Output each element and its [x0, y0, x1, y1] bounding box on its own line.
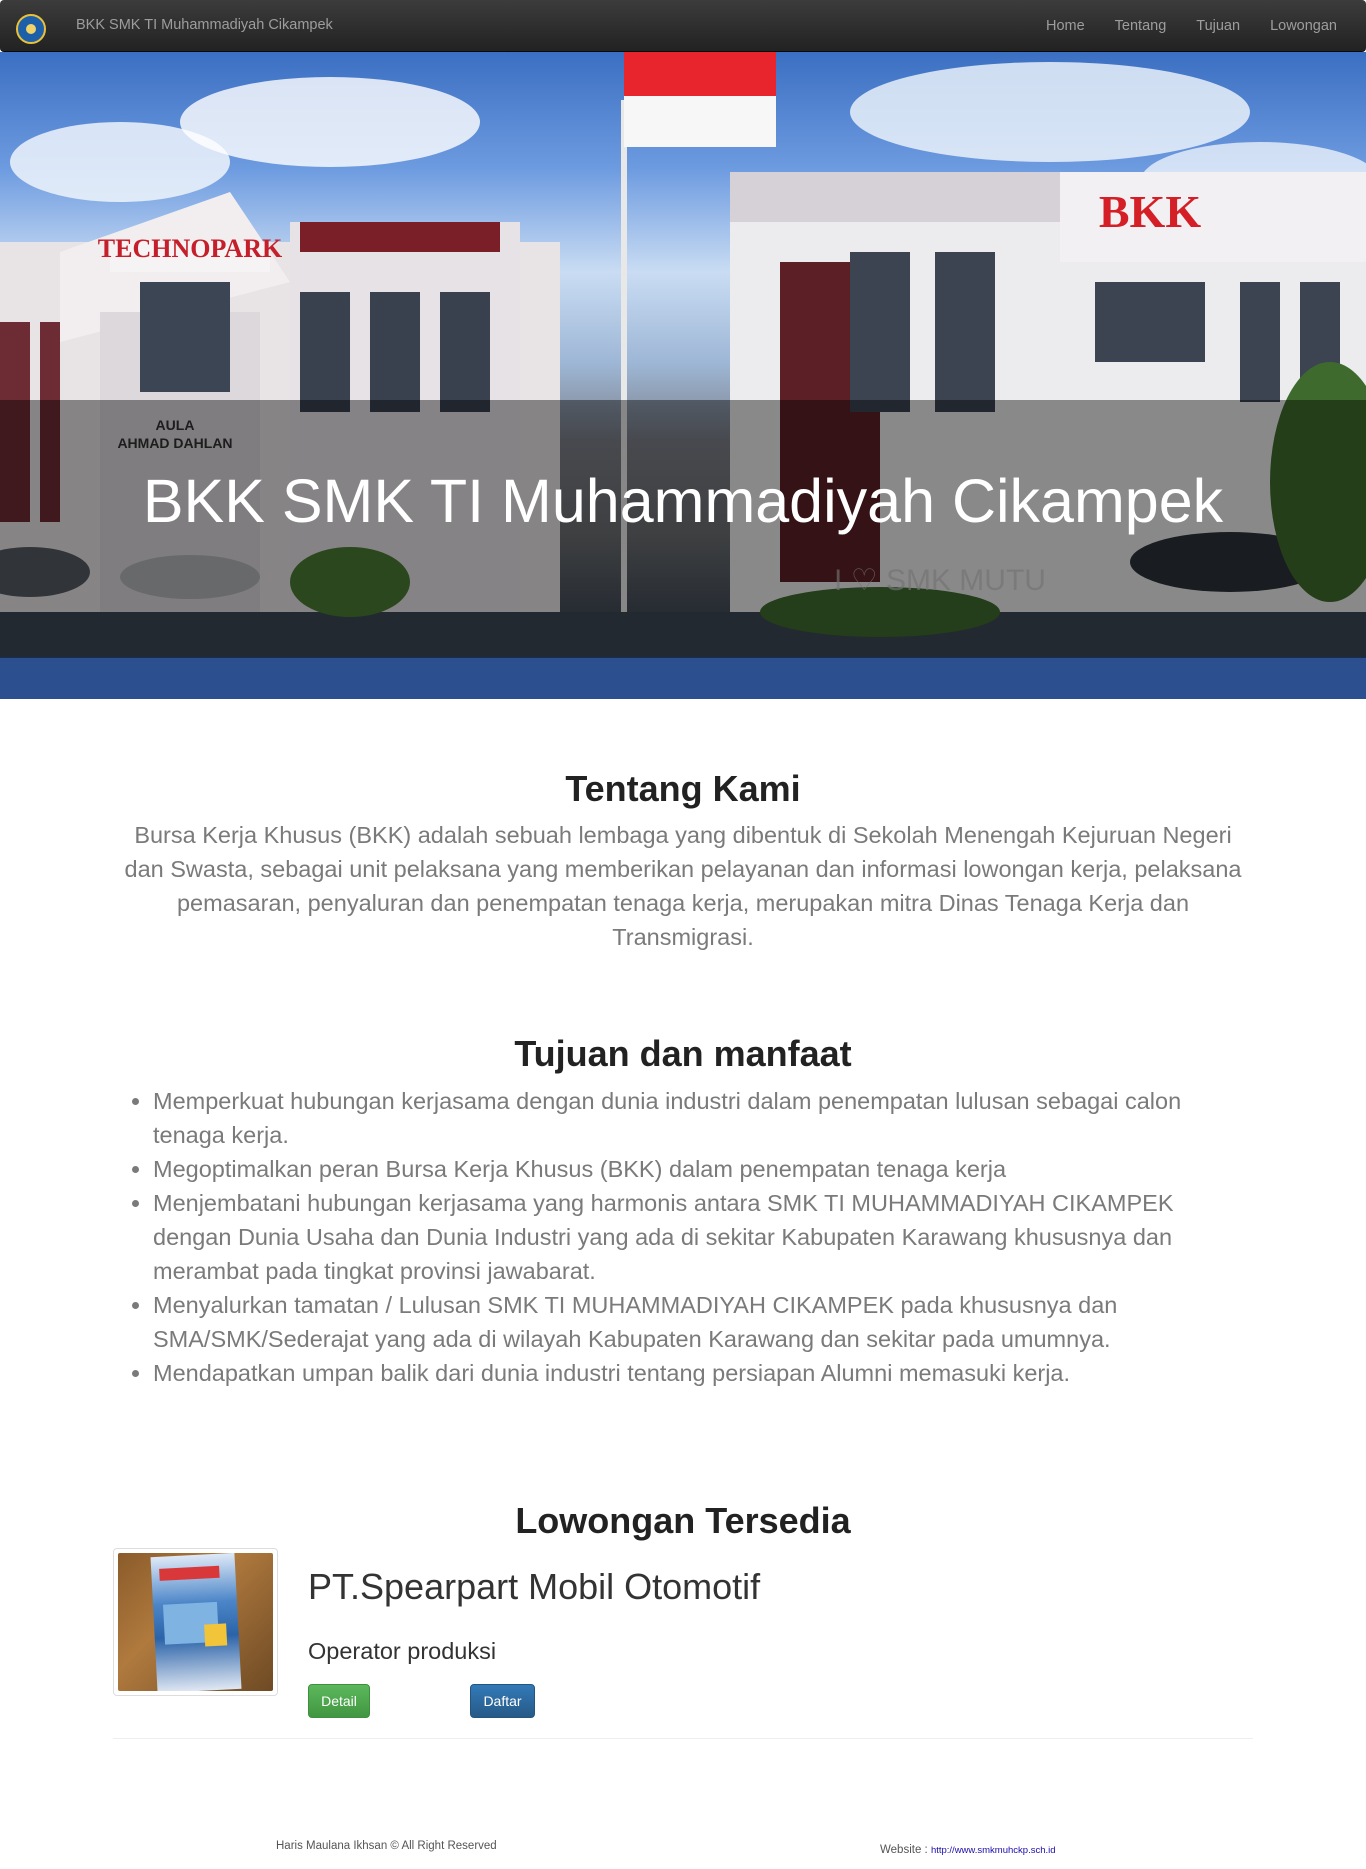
nav-link-lowongan[interactable]: Lowongan [1255, 0, 1352, 52]
goals-list: Memperkuat hubungan kerjasama dengan dun… [118, 1084, 1248, 1390]
job-position: Operator produksi [308, 1638, 497, 1664]
nav-link-home[interactable]: Home [1031, 0, 1100, 52]
nav-link-tentang[interactable]: Tentang [1100, 0, 1182, 52]
goals-title: Tujuan dan manfaat [514, 1033, 852, 1074]
navbar-brand[interactable]: BKK SMK TI Muhammadiyah Cikampek [76, 17, 333, 33]
goal-item: Menyalurkan tamatan / Lulusan SMK TI MUH… [153, 1288, 1248, 1356]
footer-website: Website : http://www.smkmuhckp.sch.id [880, 1844, 1056, 1856]
goal-item: Memperkuat hubungan kerjasama dengan dun… [153, 1084, 1248, 1152]
goal-item: Megoptimalkan peran Bursa Kerja Khusus (… [153, 1152, 1248, 1186]
footer-website-link[interactable]: http://www.smkmuhckp.sch.id [931, 1845, 1056, 1856]
school-logo-icon[interactable] [16, 14, 46, 44]
apply-button[interactable]: Daftar [470, 1684, 535, 1718]
navbar: BKK SMK TI Muhammadiyah Cikampek Home Te… [0, 0, 1366, 52]
about-title: Tentang Kami [565, 768, 801, 809]
about-text: Bursa Kerja Khusus (BKK) adalah sebuah l… [124, 822, 1242, 950]
nav-links: Home Tentang Tujuan Lowongan [1031, 0, 1352, 52]
nav-link-tujuan[interactable]: Tujuan [1181, 0, 1255, 52]
job-thumbnail[interactable] [113, 1548, 278, 1696]
footer-website-label: Website : [880, 1844, 928, 1856]
bkk-sign: BKK [1099, 186, 1201, 237]
goal-item: Menjembatani hubungan kerjasama yang har… [153, 1186, 1248, 1288]
jobs-title: Lowongan Tersedia [515, 1500, 851, 1541]
detail-button[interactable]: Detail [308, 1684, 370, 1718]
hero-banner: TECHNOPARK AULA AHMAD DAHLAN BKK I ♡ SMK… [0, 52, 1366, 699]
goal-item: Mendapatkan umpan balik dari dunia indus… [153, 1356, 1248, 1390]
technopark-sign: TECHNOPARK [98, 234, 283, 263]
job-divider [113, 1738, 1253, 1739]
job-company-name: PT.Spearpart Mobil Otomotif [308, 1566, 761, 1607]
job-flyer-image [118, 1553, 273, 1691]
footer-copyright: Haris Maulana Ikhsan © All Right Reserve… [276, 1840, 497, 1852]
hero-title: BKK SMK TI Muhammadiyah Cikampek [142, 467, 1224, 535]
